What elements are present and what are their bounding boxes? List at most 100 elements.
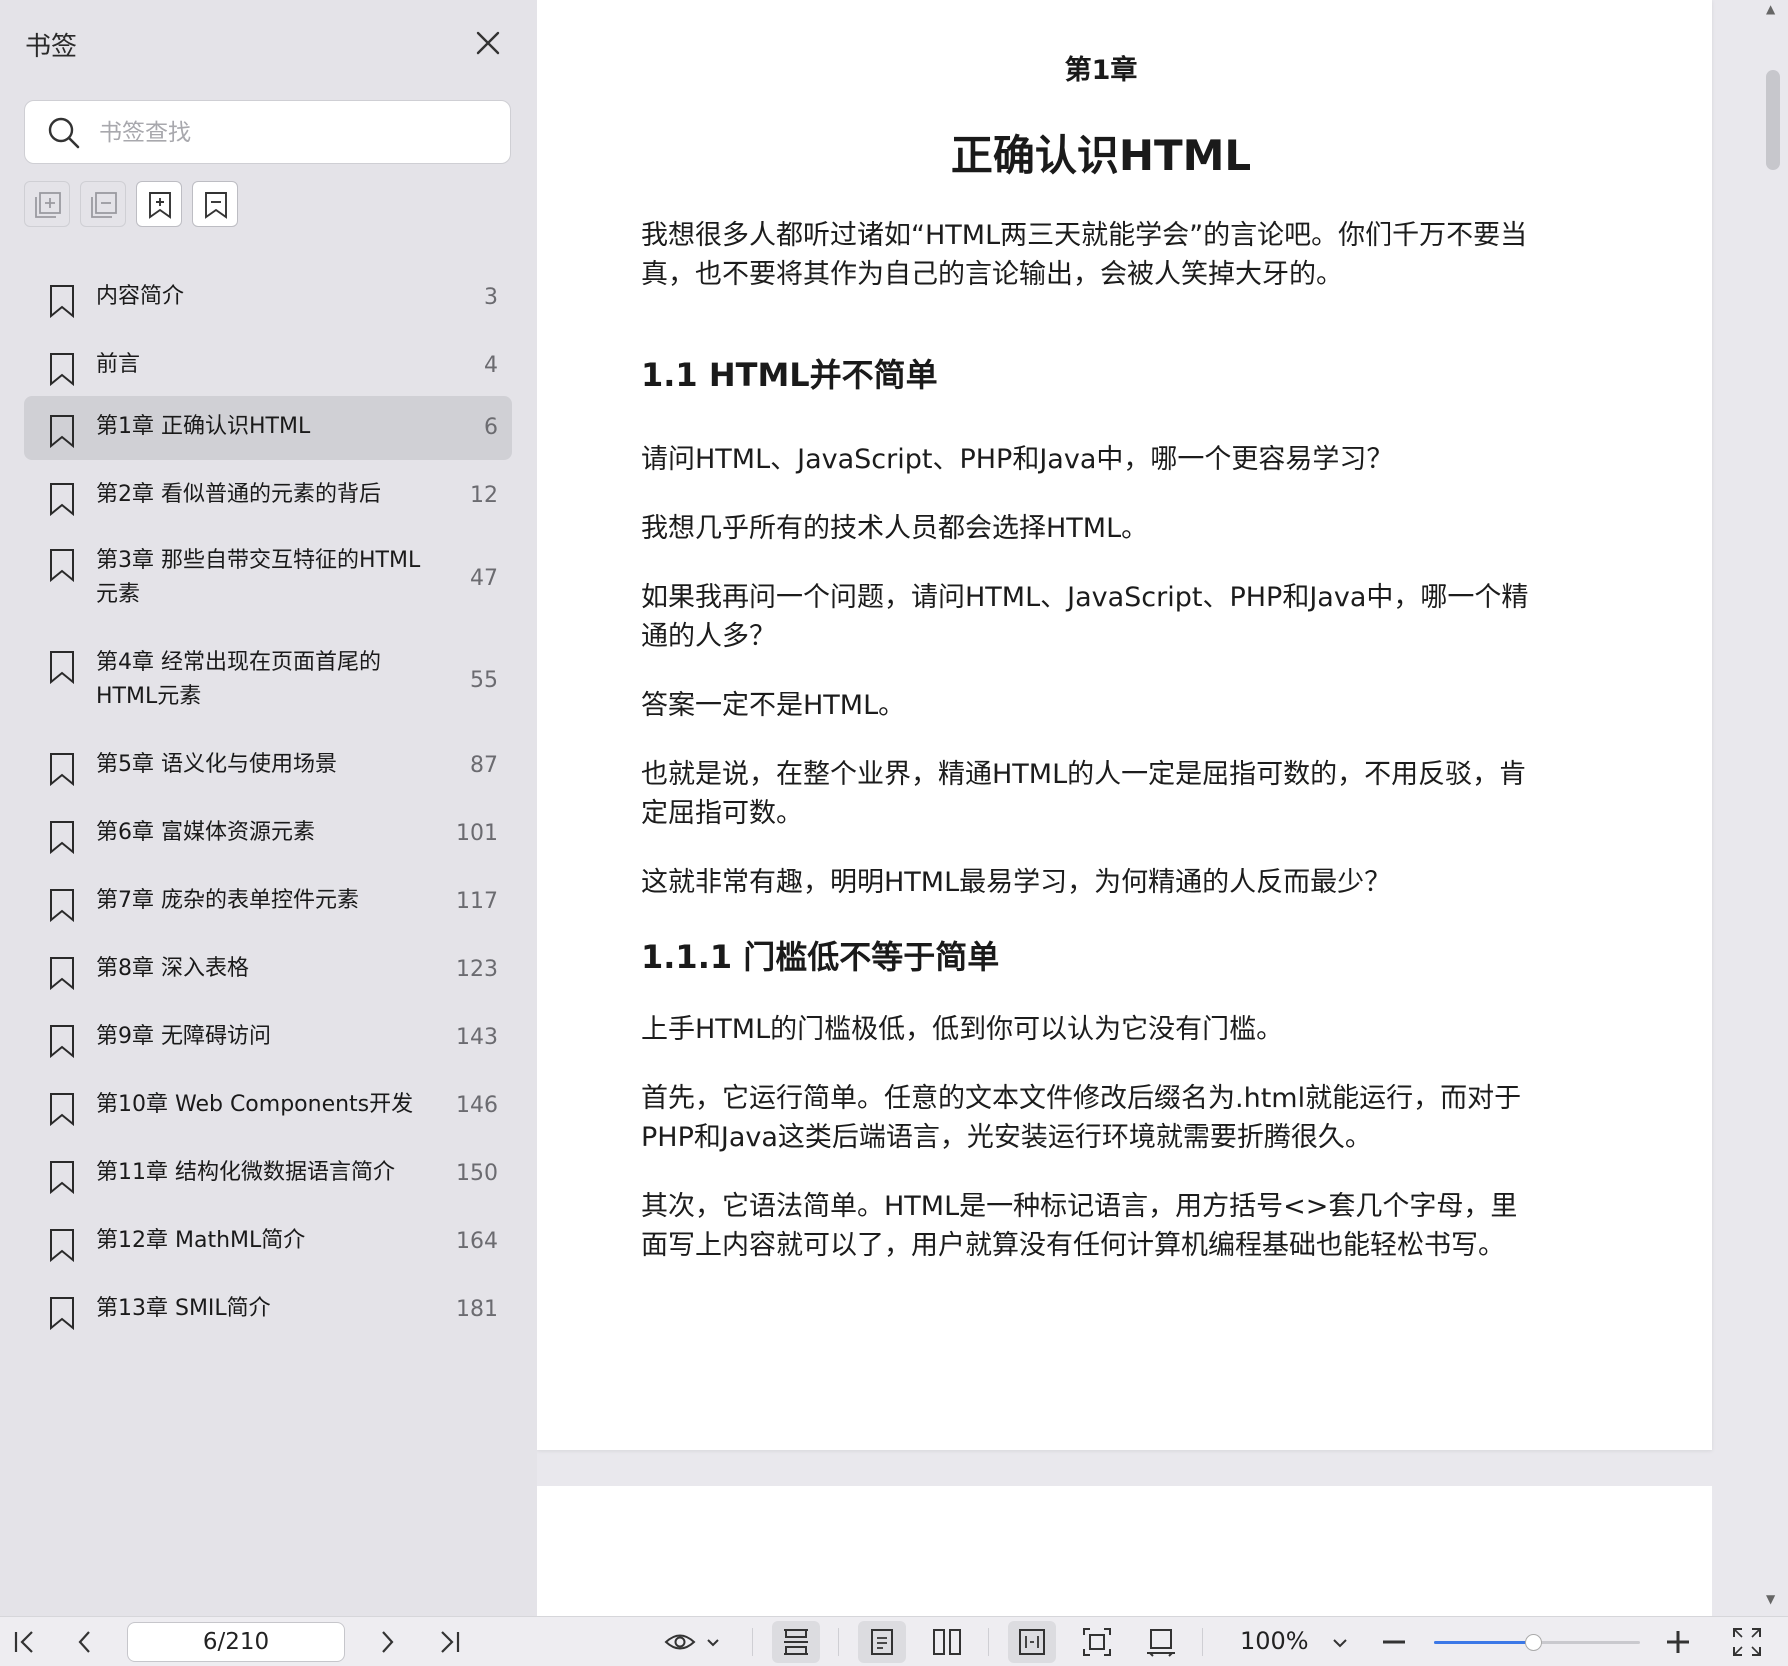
bookmark-label: 第7章 庞杂的表单控件元素 (96, 888, 359, 913)
section-heading: 1.1 HTML并不简单 (641, 356, 938, 394)
fullscreen-button[interactable] (1730, 1625, 1764, 1659)
divider (752, 1628, 753, 1656)
zoom-slider[interactable] (1434, 1634, 1640, 1651)
fit-page-button[interactable] (1080, 1625, 1114, 1659)
next-page-button[interactable] (376, 1625, 398, 1659)
bookmark-label: 第10章 Web Components开发 (96, 1092, 414, 1117)
two-page-icon (933, 1629, 961, 1655)
chevron-down-icon (707, 1639, 719, 1647)
zoom-out-button[interactable] (1380, 1625, 1408, 1659)
bookmark-page-number: 55 (470, 668, 498, 693)
bookmark-label: 第4章 经常出现在页面首尾的HTML元素 (96, 650, 381, 709)
bookmark-icon (48, 956, 76, 991)
zoom-slider-handle[interactable] (1525, 1634, 1542, 1651)
bookmark-icon (48, 1024, 76, 1059)
bookmark-page-number: 146 (456, 1093, 498, 1118)
plus-icon (1667, 1631, 1689, 1653)
paragraph: 答案一定不是HTML。 (641, 690, 906, 721)
paragraph: 首先，它运行简单。任意的文本文件修改后缀名为.html就能运行，而对于PHP和J… (641, 1083, 1522, 1153)
last-page-button[interactable] (436, 1625, 462, 1659)
subsection-heading: 1.1.1 门槛低不等于简单 (641, 938, 1000, 976)
zoom-in-button[interactable] (1664, 1625, 1692, 1659)
bookmark-icon (48, 1092, 76, 1127)
paragraph: 上手HTML的门槛极低，低到你可以认为它没有门槛。 (641, 1014, 1284, 1045)
expand-all-button[interactable] (24, 181, 70, 227)
fit-width-icon (1019, 1629, 1045, 1655)
single-page-icon (871, 1629, 893, 1655)
bookmark-icon (48, 1228, 76, 1263)
bookmark-page-number: 12 (470, 483, 498, 508)
bookmark-label: 第2章 看似普通的元素的背后 (96, 482, 381, 507)
expand-all-icon (35, 192, 61, 218)
bookmark-icon (48, 414, 76, 449)
view-mode-button[interactable] (664, 1625, 722, 1659)
collapse-all-icon (91, 192, 117, 218)
paragraph: 其次，它语法简单。HTML是一种标记语言，用方括号<>套几个字母，里面写上内容就… (641, 1191, 1518, 1261)
paragraph: 也就是说，在整个业界，精通HTML的人一定是屈指可数的，不用反驳，肯定屈指可数。 (641, 759, 1527, 829)
page-number-input[interactable] (127, 1622, 345, 1662)
bookmark-item[interactable]: 第8章 深入表格 123 (24, 938, 512, 1002)
intro-paragraph: 我想很多人都听过诸如“HTML两三天就能学会”的言论吧。你们千万不要当真，也不要… (641, 220, 1528, 290)
previous-page-button[interactable] (74, 1625, 96, 1659)
bookmark-item[interactable]: 第4章 经常出现在页面首尾的HTML元素 55 (24, 632, 512, 730)
bookmark-icon (48, 1296, 76, 1331)
last-page-icon (441, 1631, 460, 1653)
bookmark-page-number: 87 (470, 753, 498, 778)
document-viewer[interactable]: 第1章 正确认识HTML 我想很多人都听过诸如“HTML两三天就能学会”的言论吧… (537, 0, 1788, 1616)
bookmark-item[interactable]: 第2章 看似普通的元素的背后 12 (24, 464, 512, 528)
bookmark-page-number: 164 (456, 1229, 498, 1254)
add-bookmark-icon (149, 192, 171, 219)
fit-width-button[interactable] (1008, 1621, 1056, 1663)
zoom-level-value: 100% (1240, 1627, 1309, 1655)
search-icon (47, 116, 81, 150)
bookmark-item[interactable]: 第10章 Web Components开发 146 (24, 1074, 512, 1138)
bookmark-item[interactable]: 第7章 庞杂的表单控件元素 117 (24, 870, 512, 934)
bookmark-icon (48, 548, 76, 583)
close-icon[interactable] (472, 27, 504, 59)
continuous-scroll-button[interactable] (772, 1621, 820, 1663)
bookmark-label: 第5章 语义化与使用场景 (96, 752, 337, 777)
add-bookmark-button[interactable] (136, 181, 182, 227)
bookmark-item[interactable]: 第9章 无障碍访问 143 (24, 1006, 512, 1070)
rotate-page-button[interactable] (1144, 1625, 1178, 1659)
bookmark-icon (48, 284, 76, 319)
bookmark-item[interactable]: 第6章 富媒体资源元素 101 (24, 802, 512, 866)
paragraph: 我想几乎所有的技术人员都会选择HTML。 (641, 513, 1149, 544)
bookmark-button[interactable] (192, 181, 238, 227)
bookmark-item[interactable]: 内容简介 3 (24, 266, 512, 330)
bookmark-label: 前言 (96, 352, 141, 377)
bookmark-item[interactable]: 前言 4 (24, 334, 512, 398)
bookmark-sidebar: 书签 内容简介 3 前言 4 第1章 正确认识HTML 6 第2章 看似普通的元素的背后 12… (0, 0, 537, 1616)
bookmark-page-number: 143 (456, 1025, 498, 1050)
bookmark-search-input[interactable] (99, 111, 489, 155)
bookmark-item[interactable]: 第13章 SMIL简介 181 (24, 1278, 512, 1342)
collapse-all-button[interactable] (80, 181, 126, 227)
single-page-button[interactable] (858, 1621, 906, 1663)
bookmark-label: 第9章 无障碍访问 (96, 1024, 271, 1049)
vertical-scrollbar[interactable] (1766, 70, 1780, 170)
divider (988, 1628, 989, 1656)
bookmark-icon (48, 888, 76, 923)
bookmark-item[interactable]: 第11章 结构化微数据语言简介 150 (24, 1142, 512, 1206)
two-page-button[interactable] (930, 1625, 964, 1659)
scroll-up-arrow-icon[interactable]: ▲ (1766, 2, 1775, 16)
sidebar-title: 书签 (25, 32, 78, 62)
bookmark-label: 第8章 深入表格 (96, 956, 249, 981)
bottom-toolbar: 100% (0, 1616, 1788, 1666)
bookmark-item[interactable]: 第1章 正确认识HTML 6 (24, 396, 512, 460)
bookmark-label: 第3章 那些自带交互特征的HTML元素 (96, 548, 421, 607)
bookmark-item[interactable]: 第5章 语义化与使用场景 87 (24, 734, 512, 798)
first-page-icon (14, 1631, 33, 1653)
bookmark-label: 第6章 富媒体资源元素 (96, 820, 315, 845)
zoom-level-select[interactable]: 100% (1240, 1627, 1309, 1655)
zoom-dropdown-button[interactable] (1330, 1625, 1350, 1659)
bookmark-item[interactable]: 第12章 MathML简介 164 (24, 1210, 512, 1274)
bookmark-page-number: 117 (456, 889, 498, 914)
bookmark-label: 内容简介 (96, 284, 185, 309)
scroll-down-arrow-icon[interactable]: ▼ (1766, 1592, 1775, 1606)
paragraph: 这就非常有趣，明明HTML最易学习，为何精通的人反而最少？ (641, 867, 1392, 898)
bookmark-item[interactable]: 第3章 那些自带交互特征的HTML元素 47 (24, 530, 512, 628)
fullscreen-icon (1733, 1628, 1761, 1656)
first-page-button[interactable] (12, 1625, 38, 1659)
bookmark-search-field[interactable] (24, 100, 511, 164)
